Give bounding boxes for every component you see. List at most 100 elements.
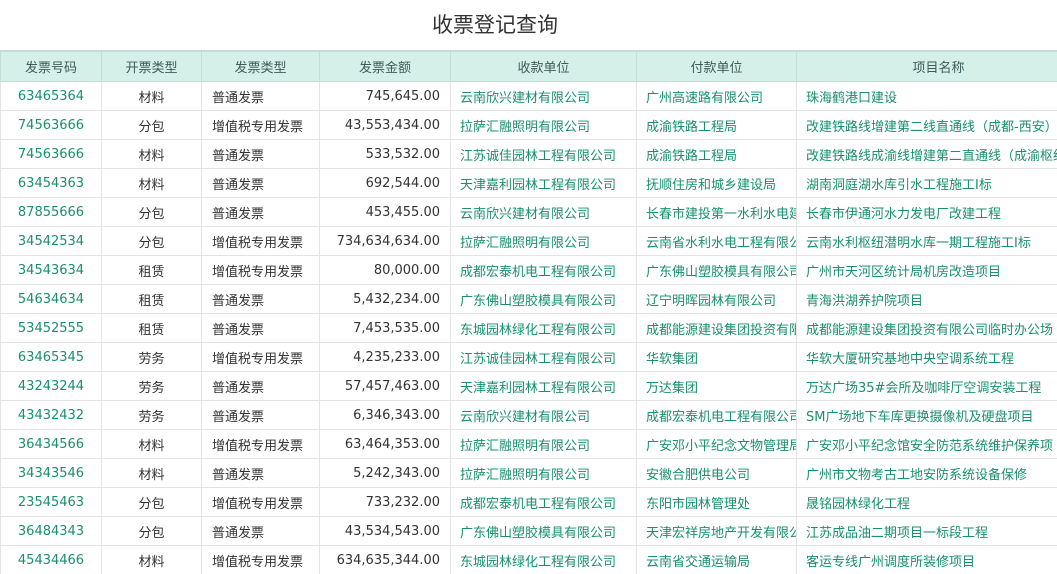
invoice-number-cell[interactable]: 87855666	[0, 197, 102, 227]
table-row[interactable]: 53452555 租赁 普通发票 7,453,535.00 东城园林绿化工程有限公司 成都…	[0, 313, 1057, 343]
invoice-number-cell[interactable]: 34343546	[0, 458, 102, 488]
payee-cell[interactable]: 成都宏泰机电工程有限公司	[450, 487, 637, 517]
payer-cell[interactable]: 成都能源建设集团投资有限	[636, 313, 797, 343]
payee-cell[interactable]: 拉萨汇融照明有限公司	[450, 110, 637, 140]
payee-cell[interactable]: 广东佛山塑胶模具有限公司	[450, 284, 637, 314]
invoice-number-cell[interactable]: 74563666	[0, 139, 102, 169]
table-row[interactable]: 54634634 租赁 普通发票 5,432,234.00 广东佛山塑胶模具有限公司 辽宁…	[0, 284, 1057, 314]
project-name-cell[interactable]: 长春市伊通河水力发电厂改建工程	[796, 197, 1057, 227]
table-row[interactable]: 23545463 分包 增值税专用发票 733,232.00 成都宏泰机电工程有限公司东…	[0, 487, 1057, 517]
column-header-payer[interactable]: 付款单位	[636, 50, 797, 82]
project-name-cell[interactable]: 晟铭园林绿化工程	[796, 487, 1057, 517]
table-row[interactable]: 36484343 分包 普通发票 43,534,543.00 广东佛山塑胶模具有限公司天…	[0, 516, 1057, 546]
table-row[interactable]: 87855666 分包 普通发票 453,455.00 云南欣兴建材有限公司 长春市建投第…	[0, 197, 1057, 227]
payee-cell[interactable]: 广东佛山塑胶模具有限公司	[450, 516, 637, 546]
table-row[interactable]: 45434466 材料 增值税专用发票 634,635,344.00 东城园林绿化工程有…	[0, 545, 1057, 574]
payer-cell[interactable]: 万达集团	[636, 371, 797, 401]
table-row[interactable]: 34543634 租赁 增值税专用发票 80,000.00 成都宏泰机电工程有限公司 广东…	[0, 255, 1057, 285]
payer-cell[interactable]: 成都宏泰机电工程有限公司	[636, 400, 797, 430]
payer-cell[interactable]: 辽宁明晖园林有限公司	[636, 284, 797, 314]
payee-cell[interactable]: 天津嘉利园林工程有限公司	[450, 371, 637, 401]
column-header-billing-type[interactable]: 开票类型	[101, 50, 202, 82]
billing-type-cell: 分包	[101, 487, 202, 517]
invoice-number-cell[interactable]: 45434466	[0, 545, 102, 574]
payer-cell[interactable]: 广安邓小平纪念文物管理局	[636, 429, 797, 459]
project-name-cell[interactable]: 客运专线广州调度所装修项目	[796, 545, 1057, 574]
project-name-cell[interactable]: 云南水利枢纽潜明水库一期工程施工I标	[796, 226, 1057, 256]
billing-type-cell: 劳务	[101, 400, 202, 430]
invoice-number-cell[interactable]: 23545463	[0, 487, 102, 517]
project-name-cell[interactable]: 改建铁路线增建第二线直通线（成都-西安）	[796, 110, 1057, 140]
invoice-number-cell[interactable]: 54634634	[0, 284, 102, 314]
project-name-cell[interactable]: 华软大厦研究基地中央空调系统工程	[796, 342, 1057, 372]
payee-cell[interactable]: 成都宏泰机电工程有限公司	[450, 255, 637, 285]
column-header-project-name[interactable]: 项目名称	[796, 50, 1057, 82]
table-row[interactable]: 63454363 材料 普通发票 692,544.00 天津嘉利园林工程有限公司 抚顺住房…	[0, 168, 1057, 198]
project-name-cell[interactable]: 江苏成品油二期项目一标段工程	[796, 516, 1057, 546]
payer-cell[interactable]: 长春市建投第一水利水电建	[636, 197, 797, 227]
invoice-number-cell[interactable]: 63454363	[0, 168, 102, 198]
column-header-invoice-type[interactable]: 发票类型	[201, 50, 320, 82]
payee-cell[interactable]: 东城园林绿化工程有限公司	[450, 545, 637, 574]
payer-cell[interactable]: 广东佛山塑胶模具有限公司	[636, 255, 797, 285]
payee-cell[interactable]: 云南欣兴建材有限公司	[450, 81, 637, 111]
table-row[interactable]: 36434566 材料 增值税专用发票 63,464,353.00 拉萨汇融照明有限公司…	[0, 429, 1057, 459]
table-row[interactable]: 74563666 分包 增值税专用发票 43,553,434.00 拉萨汇融照明有限公司…	[0, 110, 1057, 140]
table-row[interactable]: 63465364 材料 普通发票 745,645.00 云南欣兴建材有限公司 广州高速路有…	[0, 81, 1057, 111]
column-header-payee[interactable]: 收款单位	[450, 50, 637, 82]
payer-cell[interactable]: 安徽合肥供电公司	[636, 458, 797, 488]
column-header-invoice-amount[interactable]: 发票金额	[319, 50, 451, 82]
payer-cell[interactable]: 成渝铁路工程局	[636, 139, 797, 169]
project-name-cell[interactable]: 青海洪湖养护院项目	[796, 284, 1057, 314]
invoice-number-cell[interactable]: 53452555	[0, 313, 102, 343]
payer-cell[interactable]: 华软集团	[636, 342, 797, 372]
invoice-number-cell[interactable]: 36434566	[0, 429, 102, 459]
invoice-number-cell[interactable]: 43243244	[0, 371, 102, 401]
table-row[interactable]: 63465345 劳务 增值税专用发票 4,235,233.00 江苏诚佳园林工程有限公…	[0, 342, 1057, 372]
payee-cell[interactable]: 江苏诚佳园林工程有限公司	[450, 342, 637, 372]
project-name-cell[interactable]: 广安邓小平纪念馆安全防范系统维护保养项	[796, 429, 1057, 459]
project-name-cell[interactable]: 改建铁路线成渝线增建第二直通线（成渝枢纽	[796, 139, 1057, 169]
payer-cell[interactable]: 成渝铁路工程局	[636, 110, 797, 140]
payee-cell[interactable]: 拉萨汇融照明有限公司	[450, 226, 637, 256]
payee-cell[interactable]: 东城园林绿化工程有限公司	[450, 313, 637, 343]
payer-cell[interactable]: 天津宏祥房地产开发有限公	[636, 516, 797, 546]
page: 收票登记查询 发票号码 开票类型 发票类型 发票金额 收款单位 付款单位 项目名…	[0, 0, 1057, 574]
project-name-cell[interactable]: 成都能源建设集团投资有限公司临时办公场	[796, 313, 1057, 343]
project-name-cell[interactable]: 万达广场35#会所及咖啡厅空调安装工程	[796, 371, 1057, 401]
payer-cell[interactable]: 东阳市园林管理处	[636, 487, 797, 517]
project-name-cell[interactable]: 湖南洞庭湖水库引水工程施工I标	[796, 168, 1057, 198]
invoice-number-cell[interactable]: 63465345	[0, 342, 102, 372]
invoice-amount-cell: 57,457,463.00	[319, 371, 451, 401]
payee-cell[interactable]: 江苏诚佳园林工程有限公司	[450, 139, 637, 169]
payer-cell[interactable]: 云南省水利水电工程有限公	[636, 226, 797, 256]
invoice-type-cell: 增值税专用发票	[201, 429, 320, 459]
payer-cell[interactable]: 抚顺住房和城乡建设局	[636, 168, 797, 198]
table-row[interactable]: 43432432 劳务 普通发票 6,346,343.00 云南欣兴建材有限公司 成都宏泰…	[0, 400, 1057, 430]
invoice-number-cell[interactable]: 74563666	[0, 110, 102, 140]
payer-cell[interactable]: 云南省交通运输局	[636, 545, 797, 574]
invoice-number-cell[interactable]: 34542534	[0, 226, 102, 256]
payer-cell[interactable]: 广州高速路有限公司	[636, 81, 797, 111]
table-row[interactable]: 34542534 分包 增值税专用发票 734,634,634.00 拉萨汇融照明有限公…	[0, 226, 1057, 256]
project-name-cell[interactable]: 珠海鹤港口建设	[796, 81, 1057, 111]
table-row[interactable]: 74563666 材料 普通发票 533,532.00 江苏诚佳园林工程有限公司 成渝铁路…	[0, 139, 1057, 169]
invoice-number-cell[interactable]: 43432432	[0, 400, 102, 430]
table-row[interactable]: 43243244 劳务 普通发票 57,457,463.00 天津嘉利园林工程有限公司万…	[0, 371, 1057, 401]
payee-cell[interactable]: 拉萨汇融照明有限公司	[450, 429, 637, 459]
project-name-cell[interactable]: 广州市天河区统计局机房改造项目	[796, 255, 1057, 285]
project-name-cell[interactable]: SM广场地下车库更换摄像机及硬盘项目	[796, 400, 1057, 430]
invoice-number-cell[interactable]: 34543634	[0, 255, 102, 285]
billing-type-cell: 分包	[101, 110, 202, 140]
payee-cell[interactable]: 拉萨汇融照明有限公司	[450, 458, 637, 488]
invoice-type-cell: 增值税专用发票	[201, 110, 320, 140]
payee-cell[interactable]: 云南欣兴建材有限公司	[450, 197, 637, 227]
payee-cell[interactable]: 云南欣兴建材有限公司	[450, 400, 637, 430]
project-name-cell[interactable]: 广州市文物考古工地安防系统设备保修	[796, 458, 1057, 488]
invoice-number-cell[interactable]: 36484343	[0, 516, 102, 546]
column-header-invoice-number[interactable]: 发票号码	[0, 50, 102, 82]
table-row[interactable]: 34343546 材料 普通发票 5,242,343.00 拉萨汇融照明有限公司 安徽合肥…	[0, 458, 1057, 488]
invoice-type-cell: 普通发票	[201, 81, 320, 111]
invoice-number-cell[interactable]: 63465364	[0, 81, 102, 111]
payee-cell[interactable]: 天津嘉利园林工程有限公司	[450, 168, 637, 198]
